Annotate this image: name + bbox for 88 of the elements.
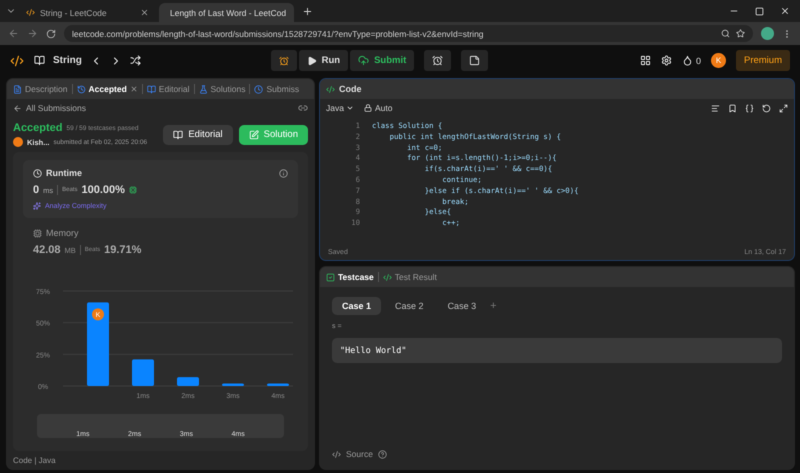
sparkle-icon [33, 202, 41, 210]
editorial-button[interactable]: Editorial [163, 124, 233, 144]
notes-button[interactable] [461, 50, 488, 71]
clock-icon [33, 168, 42, 178]
tab-icon [198, 84, 208, 94]
panel-tab[interactable]: Test Result [382, 272, 437, 282]
profile-icon [761, 27, 774, 40]
play-icon [306, 56, 317, 66]
tab-icon [254, 84, 264, 94]
logo-icon [26, 8, 35, 17]
problem-list-title[interactable]: String [53, 55, 82, 66]
search-icon [721, 29, 730, 38]
premium-button[interactable]: Premium [736, 50, 790, 71]
beats-value: 19.71% [104, 244, 142, 256]
card-title: Runtime [46, 168, 82, 178]
language-select[interactable]: Java [326, 103, 344, 113]
settings-icon [660, 55, 672, 66]
submit-button[interactable]: Submit [350, 50, 414, 71]
case-tab[interactable]: Case 3 [438, 297, 486, 315]
panel-tab[interactable]: Solutions [198, 84, 246, 94]
address-bar[interactable]: leetcode.com/problems/length-of-last-word/submissions/1528729741/?envType=problem-list-v2&envId=string [64, 25, 753, 42]
book-icon [173, 130, 184, 140]
panel-tab[interactable]: Accepted [76, 84, 138, 94]
user-avatar [13, 137, 23, 147]
chip-icon [33, 228, 42, 238]
back-link[interactable]: All Submissions [26, 103, 86, 113]
info-icon [279, 168, 288, 178]
code-icon [332, 450, 341, 458]
note-icon [469, 55, 480, 66]
new-tab-icon [302, 6, 313, 16]
lock-icon [364, 104, 372, 112]
maximize-icon [755, 6, 764, 16]
case-tab[interactable]: Case 1 [332, 297, 382, 315]
input-value-field[interactable]: "Hello World" [332, 338, 782, 363]
code-language-label: Code | Java [13, 456, 57, 465]
close-icon [780, 6, 790, 16]
format-icon [711, 104, 720, 112]
book-icon [34, 55, 45, 66]
forward-icon [27, 28, 38, 39]
panel-tab[interactable]: Editorial [146, 84, 190, 94]
grid-icon [640, 55, 651, 66]
back-icon [13, 104, 22, 112]
link-icon [298, 103, 308, 113]
tab-icon [146, 84, 156, 94]
run-button[interactable]: Run [298, 50, 348, 71]
close-icon [140, 8, 149, 17]
shuffle-icon [130, 55, 141, 66]
runtime-value: 0 [33, 184, 40, 196]
browser-tab[interactable]: Length of Last Word - LeetCod [159, 3, 294, 22]
card-title: Memory [46, 228, 79, 238]
alarm-clock-icon [432, 55, 444, 66]
debug-button[interactable] [270, 50, 297, 71]
logo-icon [10, 54, 24, 68]
chip-icon [128, 186, 137, 194]
star-icon [736, 29, 745, 38]
source-link[interactable]: Source [346, 449, 373, 459]
case-tab[interactable]: Case 2 [385, 297, 434, 315]
bar [132, 359, 154, 386]
drop-icon [682, 55, 693, 66]
status-text: Accepted [13, 122, 63, 134]
mode-label: Auto [374, 103, 392, 113]
panel-tab[interactable]: Description [13, 84, 68, 94]
code-icon [326, 84, 335, 94]
help-icon [378, 450, 387, 458]
reset-icon [762, 104, 771, 112]
upload-icon [358, 55, 370, 66]
browser-tab[interactable]: String - LeetCode [20, 3, 155, 22]
streak-count: 0 [696, 56, 701, 66]
panel-tab[interactable]: Testcase [326, 272, 374, 282]
bar [177, 377, 199, 386]
checkbox-icon [326, 272, 335, 282]
bar [267, 383, 289, 386]
bar [222, 383, 244, 386]
reload-icon [46, 28, 56, 38]
panel-tab[interactable]: Submiss [254, 84, 300, 94]
edit-icon [248, 130, 259, 140]
expand-icon [779, 104, 788, 112]
terminal-icon [382, 272, 392, 282]
bookmark-icon [728, 104, 737, 112]
memory-value: 42.08 [33, 244, 61, 256]
tab-icon [76, 84, 86, 94]
beats-value: 100.00% [81, 184, 125, 196]
panel-title: Code [339, 84, 362, 94]
tab-icon [13, 84, 22, 94]
chevron-down-icon [346, 104, 354, 112]
back-icon [8, 28, 19, 39]
braces-icon [745, 104, 754, 112]
timer-button[interactable] [424, 50, 452, 71]
